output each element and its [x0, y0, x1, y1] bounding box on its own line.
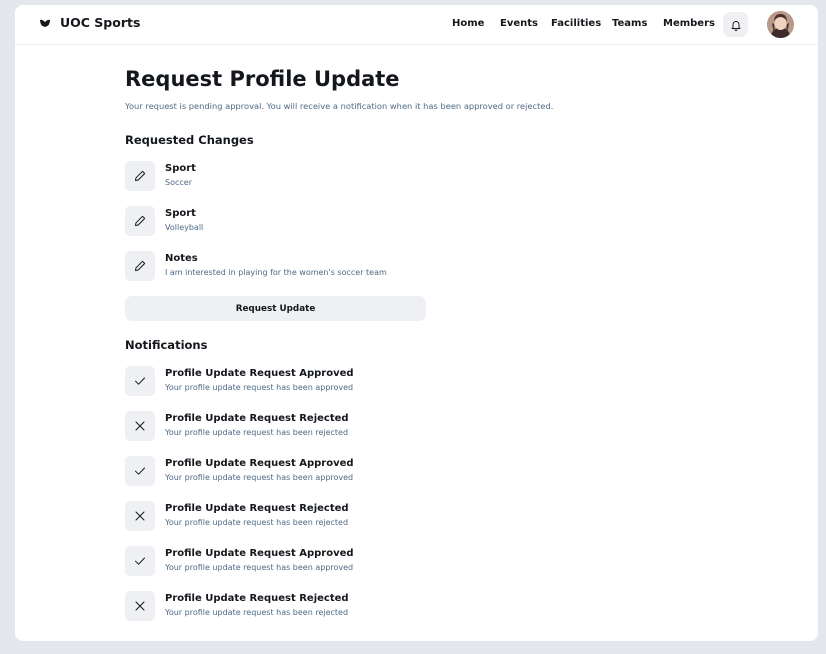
change-field-value: Soccer [165, 178, 192, 187]
page-title: Request Profile Update [125, 67, 400, 91]
logo-icon [40, 19, 50, 27]
notification-item[interactable]: Profile Update Request Approved Your pro… [125, 366, 465, 398]
notification-title: Profile Update Request Approved [165, 368, 354, 379]
notification-title: Profile Update Request Approved [165, 548, 354, 559]
notification-message: Your profile update request has been rej… [165, 428, 349, 437]
nav-facilities[interactable]: Facilities [551, 18, 601, 29]
change-field-label: Sport [165, 208, 196, 219]
change-field-label: Sport [165, 163, 196, 174]
edit-button[interactable] [125, 251, 155, 281]
x-icon [135, 421, 145, 431]
nav-events[interactable]: Events [500, 18, 538, 29]
notification-item[interactable]: Profile Update Request Rejected Your pro… [125, 591, 465, 623]
notification-status [125, 456, 155, 486]
pencil-icon [135, 260, 146, 271]
notification-item[interactable]: Profile Update Request Approved Your pro… [125, 456, 465, 488]
notification-status [125, 591, 155, 621]
notification-status [125, 546, 155, 576]
notification-message: Your profile update request has been app… [165, 563, 354, 572]
top-navbar: UOC Sports Home Events Facilities Teams … [15, 5, 818, 45]
change-item: Sport Soccer [125, 161, 465, 193]
change-field-value: I am interested in playing for the women… [165, 268, 387, 277]
user-photo [767, 11, 794, 38]
nav-members[interactable]: Members [663, 18, 715, 29]
edit-button[interactable] [125, 161, 155, 191]
change-field-label: Notes [165, 253, 198, 264]
notification-status [125, 411, 155, 441]
nav-home[interactable]: Home [452, 18, 484, 29]
brand[interactable]: UOC Sports [39, 15, 140, 30]
pencil-icon [135, 170, 146, 181]
check-icon [135, 377, 145, 385]
requested-changes-heading: Requested Changes [125, 133, 254, 147]
notification-message: Your profile update request has been app… [165, 383, 354, 392]
notifications-heading: Notifications [125, 338, 208, 352]
notification-item[interactable]: Profile Update Request Approved Your pro… [125, 546, 465, 578]
change-field-value: Volleyball [165, 223, 204, 232]
notification-title: Profile Update Request Rejected [165, 593, 349, 604]
status-message: Your request is pending approval. You wi… [125, 101, 554, 111]
notification-title: Profile Update Request Rejected [165, 413, 349, 424]
bell-icon [731, 20, 740, 31]
notification-title: Profile Update Request Approved [165, 458, 354, 469]
request-update-button[interactable]: Request Update [125, 296, 426, 321]
pencil-icon [135, 215, 146, 226]
notification-status [125, 366, 155, 396]
change-item: Notes I am interested in playing for the… [125, 251, 465, 283]
notification-message: Your profile update request has been rej… [165, 518, 349, 527]
avatar[interactable] [767, 11, 794, 38]
notification-status [125, 501, 155, 531]
notification-title: Profile Update Request Rejected [165, 503, 349, 514]
check-icon [135, 557, 145, 565]
x-icon [135, 601, 145, 611]
nav-teams[interactable]: Teams [612, 18, 647, 29]
change-item: Sport Volleyball [125, 206, 465, 238]
app-name: UOC Sports [60, 15, 141, 30]
app-window: UOC Sports Home Events Facilities Teams … [15, 5, 818, 641]
notification-item[interactable]: Profile Update Request Rejected Your pro… [125, 411, 465, 443]
notification-message: Your profile update request has been rej… [165, 608, 349, 617]
check-icon [135, 467, 145, 475]
notification-item[interactable]: Profile Update Request Rejected Your pro… [125, 501, 465, 533]
edit-button[interactable] [125, 206, 155, 236]
notifications-button[interactable] [723, 12, 748, 37]
notification-message: Your profile update request has been app… [165, 473, 354, 482]
x-icon [135, 511, 145, 521]
